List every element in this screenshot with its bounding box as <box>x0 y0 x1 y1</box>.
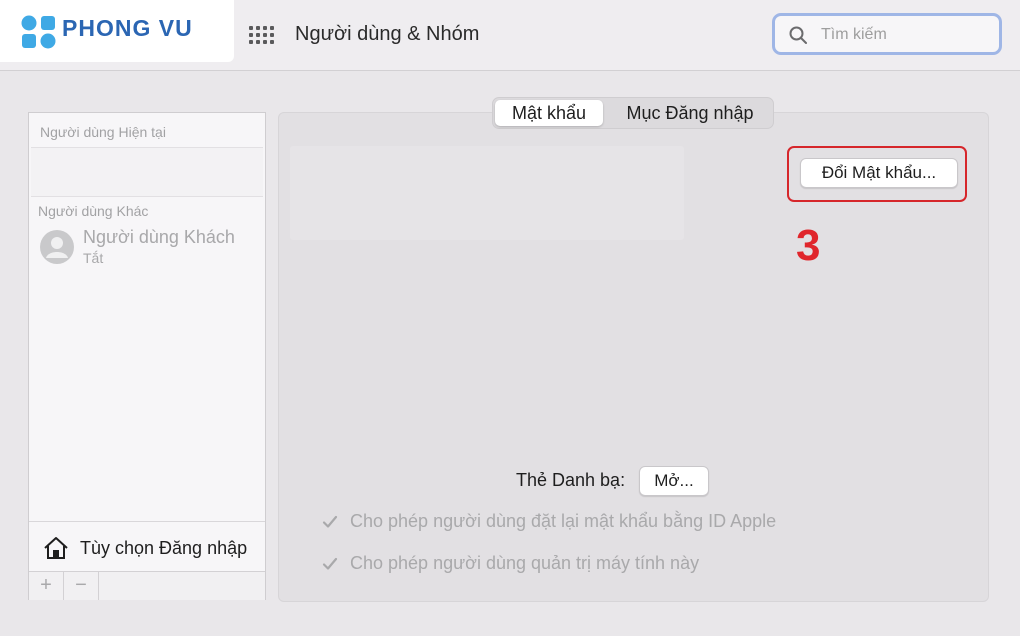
sidebar-bottom-bar: + − <box>29 571 265 600</box>
brand-logo-icon <box>21 15 56 49</box>
remove-user-button[interactable]: − <box>64 572 99 600</box>
checkmark-icon[interactable] <box>322 556 338 572</box>
open-contact-button[interactable]: Mở... <box>639 466 709 496</box>
current-user-item[interactable] <box>31 147 263 197</box>
brand-logo: PHONG VU <box>0 0 234 62</box>
users-sidebar: Người dùng Hiện tại Người dùng Khác Ngườ… <box>28 112 266 600</box>
window-titlebar: PHONG VU Người dùng & Nhóm <box>0 0 1020 71</box>
add-user-button[interactable]: + <box>29 572 64 600</box>
contact-card-label: Thẻ Danh bạ: <box>516 470 626 490</box>
window-title: Người dùng & Nhóm <box>295 23 480 45</box>
show-all-grid-icon[interactable] <box>248 25 274 45</box>
guest-user-name[interactable]: Người dùng Khách <box>83 227 235 248</box>
other-users-heading: Người dùng Khác <box>38 203 149 219</box>
brand-logo-text: PHONG VU <box>62 15 193 41</box>
guest-user-status: Tắt <box>83 250 104 266</box>
tab-login-items[interactable]: Mục Đăng nhập <box>607 100 773 126</box>
tab-bar: Mật khẩu Mục Đăng nhập <box>492 97 774 129</box>
login-options-item[interactable]: Tùy chọn Đăng nhập <box>29 521 265 572</box>
user-info-area <box>290 146 684 240</box>
annotation-step-number: 3 <box>796 221 821 270</box>
home-icon <box>44 537 68 559</box>
login-options-label: Tùy chọn Đăng nhập <box>80 538 248 558</box>
allow-reset-label: Cho phép người dùng đặt lại mật khẩu bằn… <box>350 511 777 531</box>
checkmark-icon[interactable] <box>322 514 338 530</box>
search-icon <box>789 26 807 44</box>
tab-password[interactable]: Mật khẩu <box>495 100 603 126</box>
change-password-button[interactable]: Đổi Mật khẩu... <box>800 158 958 188</box>
allow-admin-label: Cho phép người dùng quản trị máy tính nà… <box>350 553 700 573</box>
search-field[interactable] <box>772 13 1002 55</box>
guest-avatar-icon <box>40 230 74 264</box>
search-input[interactable] <box>819 23 993 47</box>
current-users-heading: Người dùng Hiện tại <box>40 124 166 140</box>
